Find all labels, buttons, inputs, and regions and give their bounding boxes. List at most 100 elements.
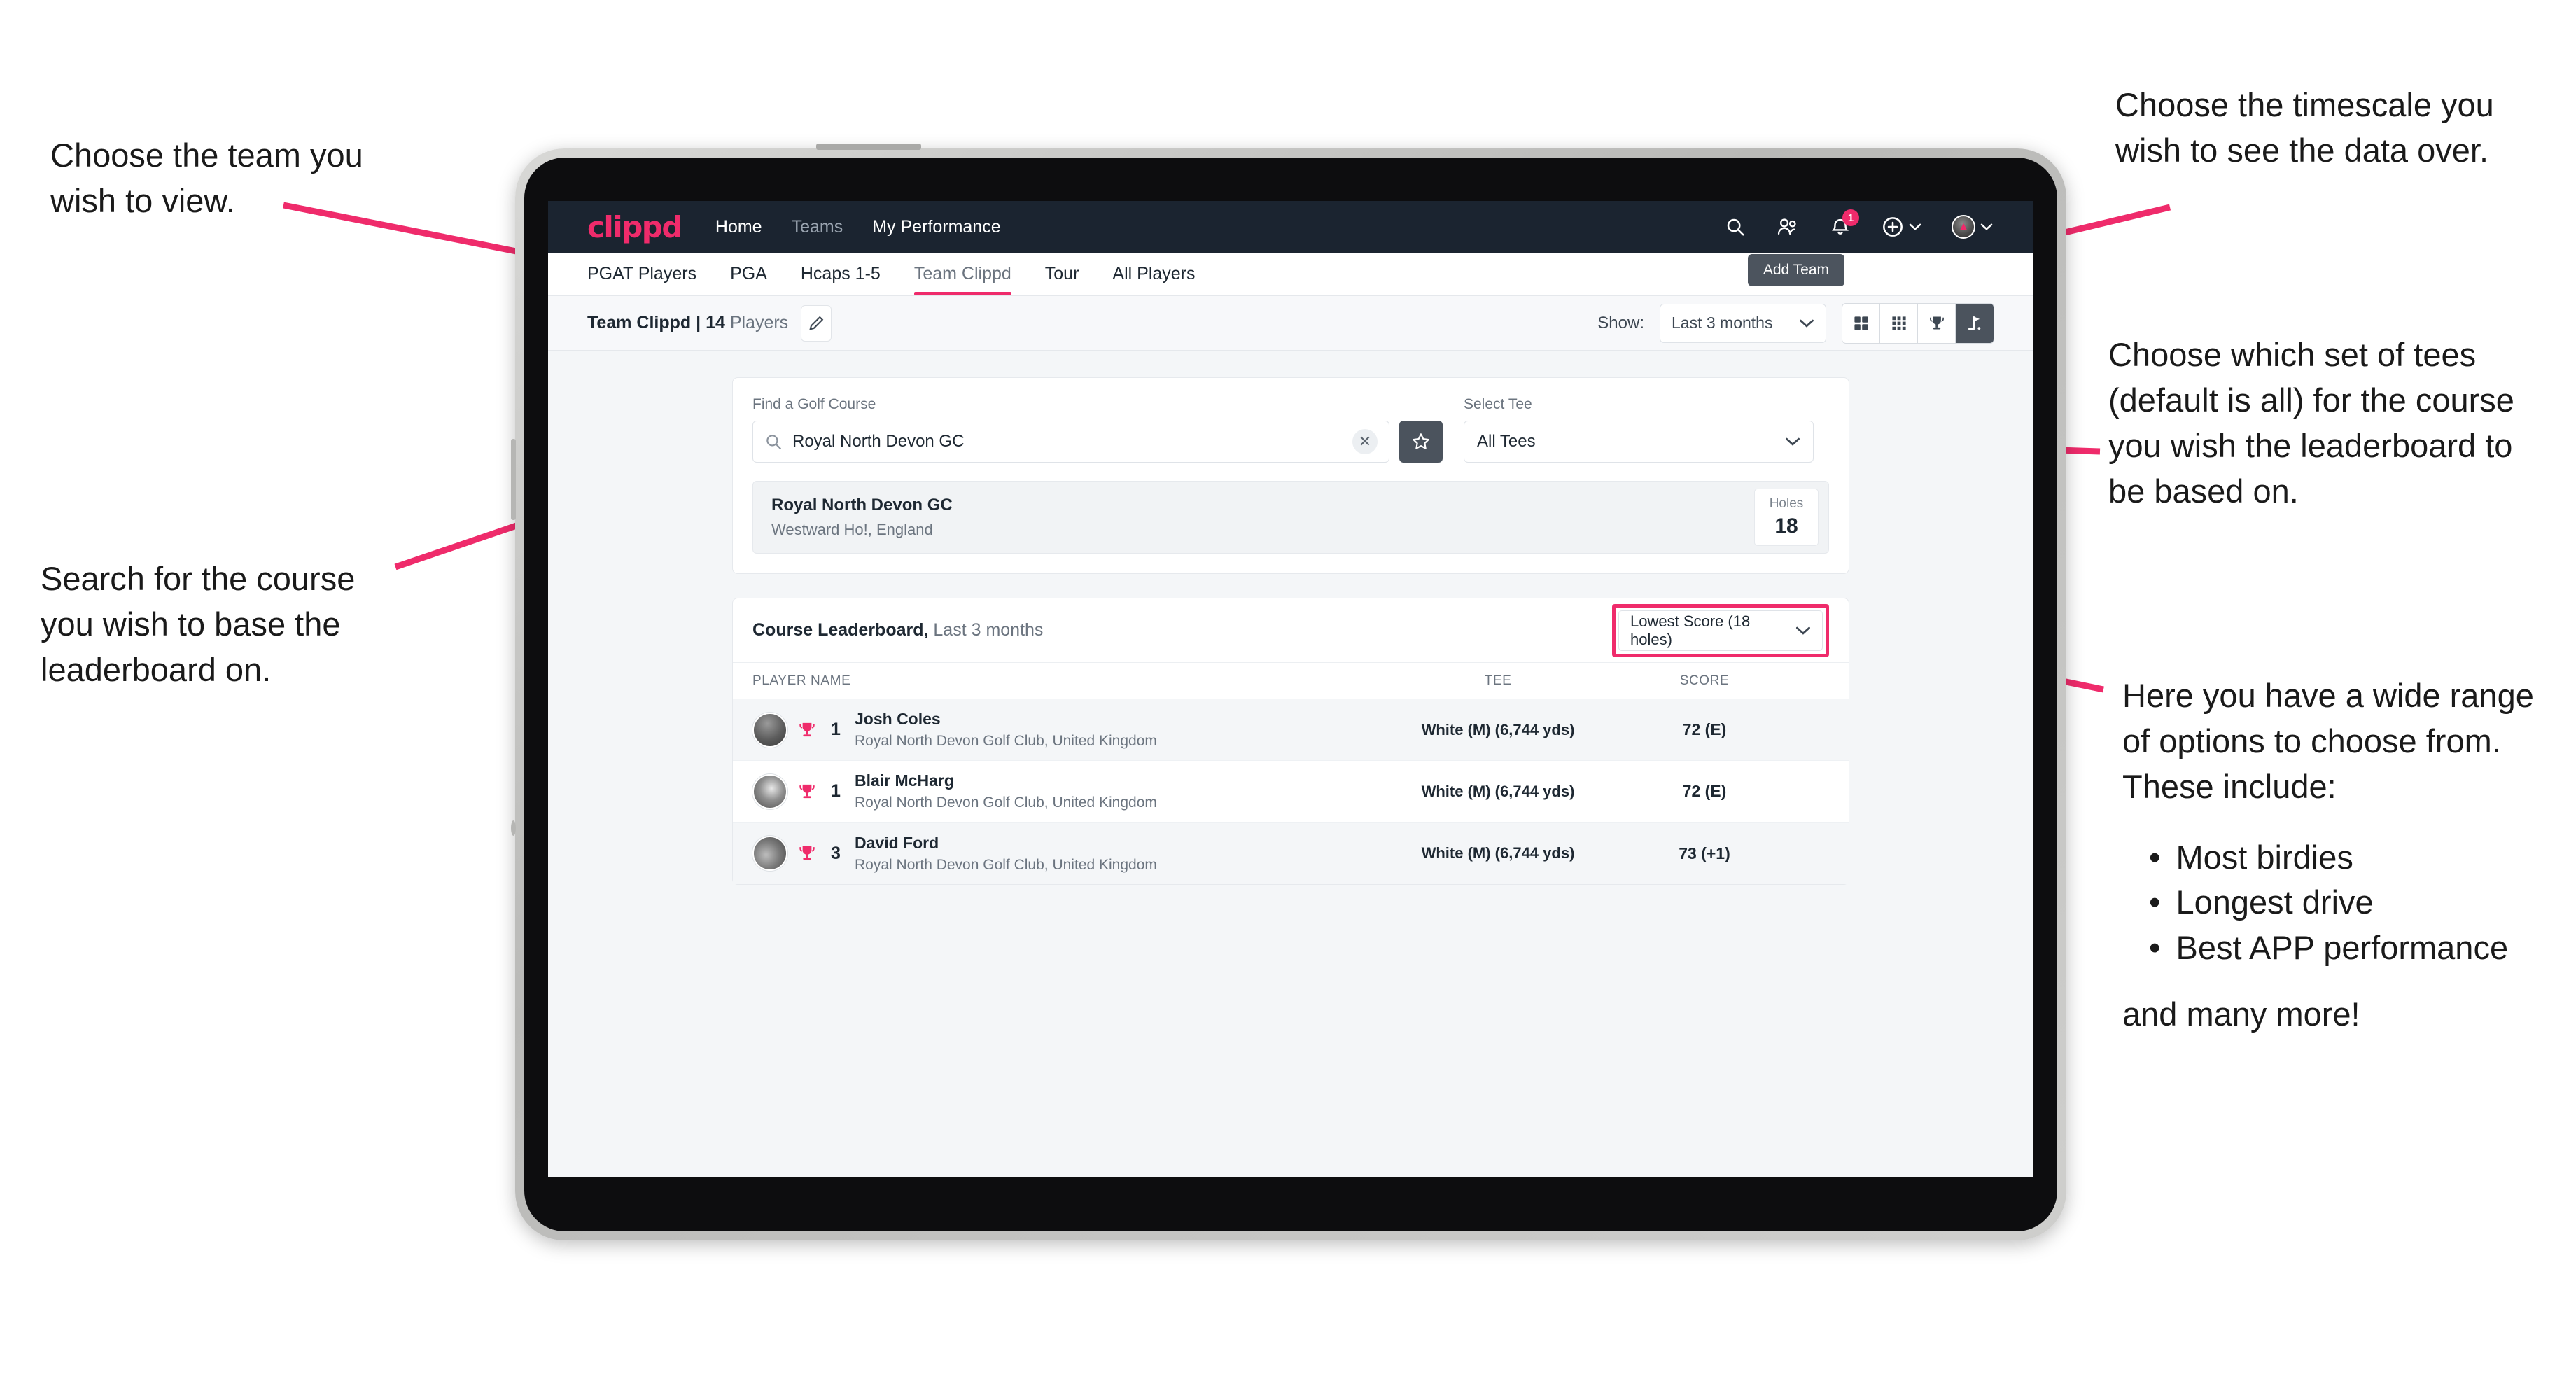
nav-link-home[interactable]: Home	[715, 217, 762, 237]
course-field: Find a Golf Course Royal North Devon GC …	[752, 396, 1443, 463]
player-name: David Ford	[855, 833, 939, 852]
score-value: 72 (E)	[1682, 720, 1727, 738]
trophy-icon	[1929, 316, 1944, 330]
tab-tour[interactable]: Tour	[1045, 253, 1079, 295]
option-label: Best APP performance	[2176, 929, 2509, 967]
add-team-tooltip: Add Team	[1747, 254, 1844, 286]
chevron-down-icon[interactable]	[1980, 223, 1993, 231]
rank-value: 1	[831, 720, 841, 739]
close-icon[interactable]: ✕	[1352, 429, 1378, 454]
holes-label: Holes	[1769, 496, 1804, 511]
chevron-down-icon	[1800, 319, 1814, 328]
course-result-item[interactable]: Royal North Devon GC Westward Ho!, Engla…	[752, 481, 1829, 554]
tee-value: White (M) (6,744 yds)	[1421, 844, 1575, 862]
annotation-tees: Choose which set of tees (default is all…	[2108, 336, 2514, 510]
course-search-card: Find a Golf Course Royal North Devon GC …	[732, 377, 1849, 574]
view-toggle-grid-2x2[interactable]	[1842, 303, 1880, 343]
show-label: Show:	[1597, 313, 1644, 332]
tab-hcaps-1-5[interactable]: Hcaps 1-5	[801, 253, 881, 295]
player-club: Royal North Devon Golf Club, United King…	[855, 733, 1157, 749]
edit-team-button[interactable]	[801, 304, 832, 342]
search-icon[interactable]	[1724, 216, 1746, 238]
view-toggle-grid-3x3[interactable]	[1880, 303, 1918, 343]
list-item: • Most birdies	[2122, 835, 2570, 881]
nav-links: Home Teams My Performance	[715, 217, 1001, 237]
avatar	[752, 774, 788, 809]
view-toggle-trophy[interactable]	[1918, 303, 1956, 343]
plus-circle-icon[interactable]	[1882, 216, 1904, 238]
table-row[interactable]: 3 David Ford Royal North Devon Golf Club…	[733, 822, 1849, 884]
notification-badge: 1	[1842, 209, 1859, 226]
timescale-select[interactable]: Last 3 months	[1660, 303, 1826, 343]
player-info: Josh Coles Royal North Devon Golf Club, …	[855, 710, 1157, 750]
team-name: Team Clippd	[587, 313, 692, 332]
list-item: • Longest drive	[2122, 880, 2570, 925]
course-leaderboard-card: Course Leaderboard, Last 3 months Lowest…	[732, 598, 1849, 885]
table-row[interactable]: 1 Blair McHarg Royal North Devon Golf Cl…	[733, 761, 1849, 822]
leaderboard-title-sub: Last 3 months	[928, 620, 1044, 640]
player-cell: 1 Blair McHarg Royal North Devon Golf Cl…	[752, 771, 1382, 811]
column-tee: TEE	[1484, 673, 1512, 688]
add-menu[interactable]	[1882, 216, 1921, 238]
player-club: Royal North Devon Golf Club, United King…	[855, 794, 1157, 811]
player-cell: 1 Josh Coles Royal North Devon Golf Club…	[752, 710, 1382, 750]
bullet-dot: •	[2149, 883, 2161, 921]
toolbar-right: Show: Last 3 months	[1597, 302, 1994, 344]
leaderboard-sort-select[interactable]: Lowest Score (18 holes)	[1618, 610, 1823, 651]
chevron-down-icon[interactable]	[1909, 223, 1921, 231]
column-player-name: PLAYER NAME	[752, 673, 851, 688]
player-name: Josh Coles	[855, 710, 941, 728]
timescale-value: Last 3 months	[1672, 314, 1773, 332]
tee-select-value: All Tees	[1477, 432, 1536, 451]
avatar	[752, 712, 788, 748]
table-row[interactable]: 1 Josh Coles Royal North Devon Golf Club…	[733, 699, 1849, 761]
avatar[interactable]: ▲	[1952, 215, 1975, 239]
annotation-search: Search for the course you wish to base t…	[41, 560, 356, 688]
trophy-icon	[799, 722, 815, 736]
course-field-label: Find a Golf Course	[752, 396, 876, 412]
annotation-options-intro: Here you have a wide range of options to…	[2122, 677, 2534, 805]
view-toggle-group	[1842, 302, 1994, 344]
leaderboard-sort-highlight: Lowest Score (18 holes)	[1612, 603, 1829, 657]
leaderboard-header: Course Leaderboard, Last 3 months Lowest…	[733, 598, 1849, 663]
view-toggle-golf-flag[interactable]	[1956, 303, 1994, 343]
leaderboard-title: Course Leaderboard, Last 3 months	[752, 620, 1043, 640]
tab-team-clippd[interactable]: Team Clippd	[913, 253, 1011, 295]
player-cell: 3 David Ford Royal North Devon Golf Club…	[752, 834, 1382, 874]
player-info: David Ford Royal North Devon Golf Club, …	[855, 834, 1157, 874]
course-search-input[interactable]: Royal North Devon GC ✕	[752, 421, 1390, 463]
favourite-button[interactable]	[1399, 421, 1443, 463]
volume-button	[511, 439, 516, 520]
chevron-down-icon	[1796, 626, 1811, 635]
tee-field-label: Select Tee	[1464, 396, 1532, 412]
annotation-options: Here you have a wide range of options to…	[2122, 673, 2570, 1037]
app-navbar: clippd Home Teams My Performance 1 ▲	[548, 201, 2033, 253]
grid-3x3-icon	[1891, 316, 1906, 330]
team-separator: |	[691, 313, 706, 332]
tab-pgat-players[interactable]: PGAT Players	[587, 253, 696, 295]
clippd-logo[interactable]: clippd	[587, 210, 682, 244]
tab-pga[interactable]: PGA	[730, 253, 767, 295]
golf-flag-icon	[1968, 316, 1981, 330]
tab-all-players[interactable]: All Players	[1112, 253, 1195, 295]
score-value: 73 (+1)	[1679, 844, 1730, 862]
profile-menu[interactable]: ▲	[1952, 215, 1993, 239]
course-result-name: Royal North Devon GC	[771, 496, 953, 514]
nav-link-teams[interactable]: Teams	[792, 217, 844, 237]
pencil-icon	[809, 316, 824, 330]
holes-value: 18	[1774, 514, 1798, 538]
annotation-timescale: Choose the timescale you wish to see the…	[2115, 86, 2494, 169]
search-icon	[766, 435, 781, 449]
nav-link-my-performance[interactable]: My Performance	[872, 217, 1000, 237]
players-word: Players	[724, 313, 789, 332]
team-tabs: PGAT Players PGA Hcaps 1-5 Team Clippd T…	[548, 253, 2033, 296]
list-item: • Best APP performance	[2122, 925, 2570, 971]
tee-select[interactable]: All Tees	[1464, 421, 1814, 463]
course-result-text: Royal North Devon GC Westward Ho!, Engla…	[771, 496, 953, 539]
team-summary: Team Clippd | 14 Players	[587, 313, 788, 333]
rank-value: 3	[831, 843, 841, 863]
bell-icon[interactable]: 1	[1829, 209, 1859, 238]
people-icon[interactable]	[1777, 216, 1799, 238]
annotation-options-outro: and many more!	[2122, 995, 2360, 1033]
player-name: Blair McHarg	[855, 771, 954, 790]
